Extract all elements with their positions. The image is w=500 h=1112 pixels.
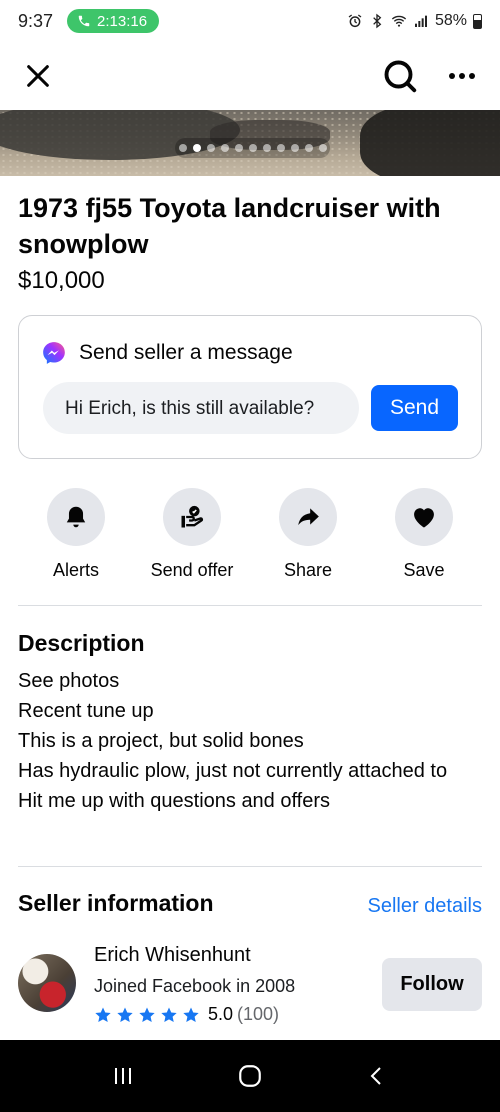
call-timer: 2:13:16 <box>97 12 148 30</box>
home-button[interactable] <box>230 1056 270 1096</box>
rating-count: (100) <box>237 1004 280 1024</box>
back-button[interactable] <box>357 1056 397 1096</box>
recent-apps-icon <box>115 1068 132 1084</box>
pagination-dot <box>220 144 229 152</box>
save-button[interactable]: Save <box>366 488 482 581</box>
seller-name[interactable]: Erich Whisenhunt <box>94 944 251 967</box>
rating-value: 5.0 <box>208 1004 234 1024</box>
pagination-dot <box>318 144 327 152</box>
messenger-icon <box>43 342 65 364</box>
send-offer-label: Send offer <box>150 560 234 580</box>
pagination-dot <box>290 144 299 152</box>
search-button[interactable] <box>380 56 420 96</box>
listing-title: 1973 fj55 Toyota landcruiser with snowpl… <box>18 193 441 259</box>
alarm-icon <box>348 14 362 28</box>
star-icon <box>95 1007 111 1022</box>
photo-pagination-dots <box>175 138 330 158</box>
star-icon <box>161 1007 177 1022</box>
pagination-dot <box>192 144 201 152</box>
alerts-label: Alerts <box>52 560 99 580</box>
description-heading: Description <box>18 630 145 656</box>
save-label: Save <box>403 560 445 580</box>
message-heading: Send seller a message <box>79 341 293 364</box>
pagination-dot <box>276 144 285 152</box>
more-icon <box>449 73 475 79</box>
send-offer-button[interactable]: Send offer <box>134 488 250 581</box>
status-icons: 58% <box>347 12 482 30</box>
star-icon <box>117 1007 133 1022</box>
follow-button[interactable]: Follow <box>382 958 482 1011</box>
description-line: Recent tune up <box>18 700 154 722</box>
signal-icon <box>414 15 427 27</box>
seller-joined: Joined Facebook in 2008 <box>94 976 296 996</box>
message-seller-card: Send seller a message Hi Erich, is this … <box>18 315 482 459</box>
recent-apps-button[interactable] <box>103 1056 143 1096</box>
star-icon <box>139 1007 155 1022</box>
pagination-dot <box>234 144 243 152</box>
search-icon <box>384 60 417 93</box>
close-button[interactable] <box>18 56 58 96</box>
star-icon <box>183 1007 199 1022</box>
bluetooth-icon <box>373 13 382 29</box>
back-icon <box>370 1067 381 1085</box>
seller-details-link[interactable]: Seller details <box>367 895 482 918</box>
seller-heading: Seller information <box>18 890 214 916</box>
wifi-icon <box>391 15 407 27</box>
status-bar: 9:37 2:13:16 58% <box>0 0 500 42</box>
description-line: Has hydraulic plow, just not currently a… <box>18 760 448 782</box>
listing-price: $10,000 <box>18 267 105 294</box>
home-icon <box>239 1065 261 1087</box>
send-button[interactable]: Send <box>371 385 458 431</box>
divider <box>18 866 482 867</box>
description-line: See photos <box>18 670 120 692</box>
heart-icon <box>414 508 434 528</box>
description-line: This is a project, but solid bones <box>18 730 304 752</box>
bell-icon <box>66 506 86 528</box>
offer-icon <box>181 505 204 528</box>
pagination-dot <box>248 144 257 152</box>
alerts-button[interactable]: Alerts <box>18 488 134 581</box>
system-nav-bar <box>0 1040 500 1112</box>
message-input-value: Hi Erich, is this still available? <box>65 397 315 419</box>
share-button[interactable]: Share <box>250 488 366 581</box>
seller-rating[interactable]: 5.0 (100) <box>94 1004 279 1025</box>
action-row: Alerts Send offer Share Save <box>18 488 482 581</box>
more-options-button[interactable] <box>442 56 482 96</box>
status-time: 9:37 <box>18 10 54 31</box>
pagination-dot <box>262 144 271 152</box>
call-timer-pill[interactable]: 2:13:16 <box>67 9 160 33</box>
pagination-dot <box>206 144 215 152</box>
share-icon <box>298 508 319 526</box>
phone-icon <box>78 15 90 27</box>
share-label: Share <box>283 560 333 580</box>
seller-avatar[interactable] <box>18 954 76 1012</box>
description-body: See photos Recent tune up This is a proj… <box>18 666 484 816</box>
top-nav <box>0 42 500 110</box>
message-input[interactable]: Hi Erich, is this still available? <box>43 382 359 434</box>
battery-percent: 58% <box>434 12 467 29</box>
divider <box>18 605 482 606</box>
battery-icon <box>473 13 482 29</box>
pagination-dot <box>304 144 313 152</box>
close-icon <box>27 65 49 87</box>
description-line: Hit me up with questions and offers <box>18 790 331 812</box>
pagination-dot <box>178 144 187 152</box>
